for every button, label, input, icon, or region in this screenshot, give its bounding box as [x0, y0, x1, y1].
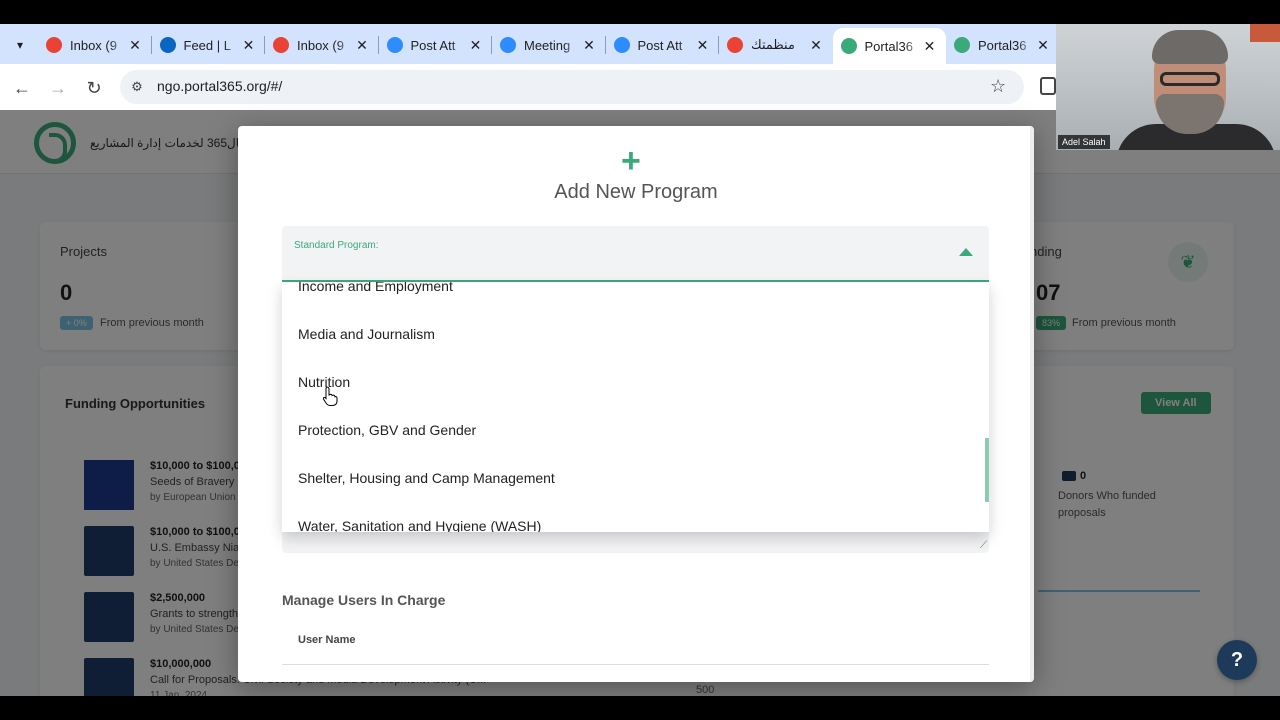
zoom-icon	[500, 37, 516, 53]
user-name-column-header: User Name	[298, 634, 356, 646]
gmail-icon	[727, 37, 743, 53]
gmail-icon	[273, 37, 289, 53]
browser-tab[interactable]: Inbox (9 ✕	[265, 28, 378, 62]
tab-separator	[377, 36, 379, 54]
modal-scrollbar[interactable]	[1030, 126, 1034, 682]
close-tab-icon[interactable]: ✕	[241, 37, 257, 54]
description-textarea[interactable]: ⟋	[282, 531, 989, 553]
close-tab-icon[interactable]: ✕	[808, 37, 824, 54]
tab-title: Post Att	[410, 37, 456, 53]
browser-tab[interactable]: Portal36 ✕	[832, 28, 946, 64]
reload-button[interactable]: ↻	[81, 75, 107, 101]
standard-program-label: Standard Program:	[294, 240, 379, 251]
standard-program-select[interactable]: Standard Program:	[282, 226, 989, 282]
close-tab-icon[interactable]: ✕	[1035, 37, 1051, 54]
webcam-overlay: Adel Salah	[1056, 24, 1280, 150]
tab-title: Inbox (9	[70, 37, 117, 53]
standard-program-options: Income and Employment Media and Journalis…	[282, 282, 989, 532]
program-option[interactable]: Income and Employment	[282, 282, 989, 310]
tab-title: Portal36	[978, 37, 1027, 53]
tab-separator	[604, 36, 606, 54]
participant-name: Adel Salah	[1058, 135, 1110, 149]
tab-search-button[interactable]: ▾	[8, 33, 32, 57]
program-option[interactable]: Shelter, Housing and Camp Management	[282, 454, 989, 502]
top-letterbox	[0, 0, 1280, 24]
tab-separator	[491, 36, 492, 54]
tab-title: Post Att	[637, 37, 683, 53]
browser-tab[interactable]: منظمتك ✕	[719, 28, 832, 62]
close-tab-icon[interactable]: ✕	[468, 37, 484, 54]
reload-icon: ↻	[86, 77, 102, 98]
caret-up-icon[interactable]	[959, 248, 973, 256]
tab-title: Portal36	[864, 38, 913, 54]
browser-tab[interactable]: Inbox (9 ✕	[38, 28, 151, 62]
arrow-left-icon: ←	[13, 77, 31, 98]
close-tab-icon[interactable]: ✕	[922, 38, 938, 55]
program-option[interactable]: Protection, GBV and Gender	[282, 406, 989, 454]
url-text[interactable]: ngo.portal365.org/#/	[157, 78, 282, 94]
portal-icon	[840, 38, 857, 54]
modal-title: Add New Program	[554, 181, 718, 203]
tab-title: Feed | L	[183, 37, 231, 53]
zoom-icon	[386, 37, 403, 53]
browser-tab[interactable]: Post Att ✕	[379, 28, 492, 62]
dropdown-scrollbar[interactable]	[985, 438, 989, 502]
browser-tab[interactable]: Portal36 ✕	[946, 28, 1059, 62]
bookmark-star-icon[interactable]: ☆	[990, 76, 1006, 97]
tab-title: Meeting	[524, 37, 571, 53]
extensions-icon[interactable]	[1040, 77, 1056, 95]
portal-icon	[954, 37, 970, 53]
forward-button[interactable]: →	[45, 75, 71, 101]
help-button[interactable]: ?	[1217, 640, 1257, 680]
browser-tab[interactable]: Feed | L ✕	[152, 28, 265, 62]
close-tab-icon[interactable]: ✕	[695, 37, 711, 54]
tab-separator	[718, 36, 719, 54]
arrow-right-icon: →	[49, 77, 67, 98]
plus-icon: +	[621, 142, 641, 180]
tab-title: منظمتك	[751, 37, 795, 52]
help-icon: ?	[1230, 648, 1244, 671]
manage-users-title: Manage Users In Charge	[282, 592, 446, 608]
tab-title: Inbox (9	[297, 37, 344, 53]
close-tab-icon[interactable]: ✕	[581, 37, 597, 54]
hand-cursor-icon	[322, 386, 338, 406]
add-program-modal: + Add New Program Standard Program: ⟋ In…	[238, 126, 1034, 682]
close-tab-icon[interactable]: ✕	[354, 37, 370, 54]
glasses-icon	[1160, 72, 1220, 86]
wall-picture	[1250, 24, 1280, 42]
program-option[interactable]: Media and Journalism	[282, 310, 989, 358]
program-option[interactable]: Water, Sanitation and Hygiene (WASH)	[282, 502, 989, 532]
resize-handle-icon[interactable]: ⟋	[980, 540, 987, 551]
program-option[interactable]: Nutrition	[282, 358, 989, 406]
tab-separator	[264, 36, 265, 54]
browser-tab[interactable]: Post Att ✕	[606, 28, 719, 62]
zoom-icon	[613, 37, 630, 53]
tab-separator	[150, 36, 152, 54]
bottom-letterbox	[0, 696, 1280, 720]
browser-tab[interactable]: Meeting ✕	[492, 28, 605, 62]
linkedin-icon	[159, 37, 176, 53]
close-tab-icon[interactable]: ✕	[127, 37, 143, 54]
site-settings-icon[interactable]: ⚙	[128, 78, 146, 96]
gmail-icon	[46, 37, 62, 53]
back-button[interactable]: ←	[9, 75, 35, 101]
table-divider	[282, 664, 989, 665]
person-hair	[1152, 30, 1228, 64]
